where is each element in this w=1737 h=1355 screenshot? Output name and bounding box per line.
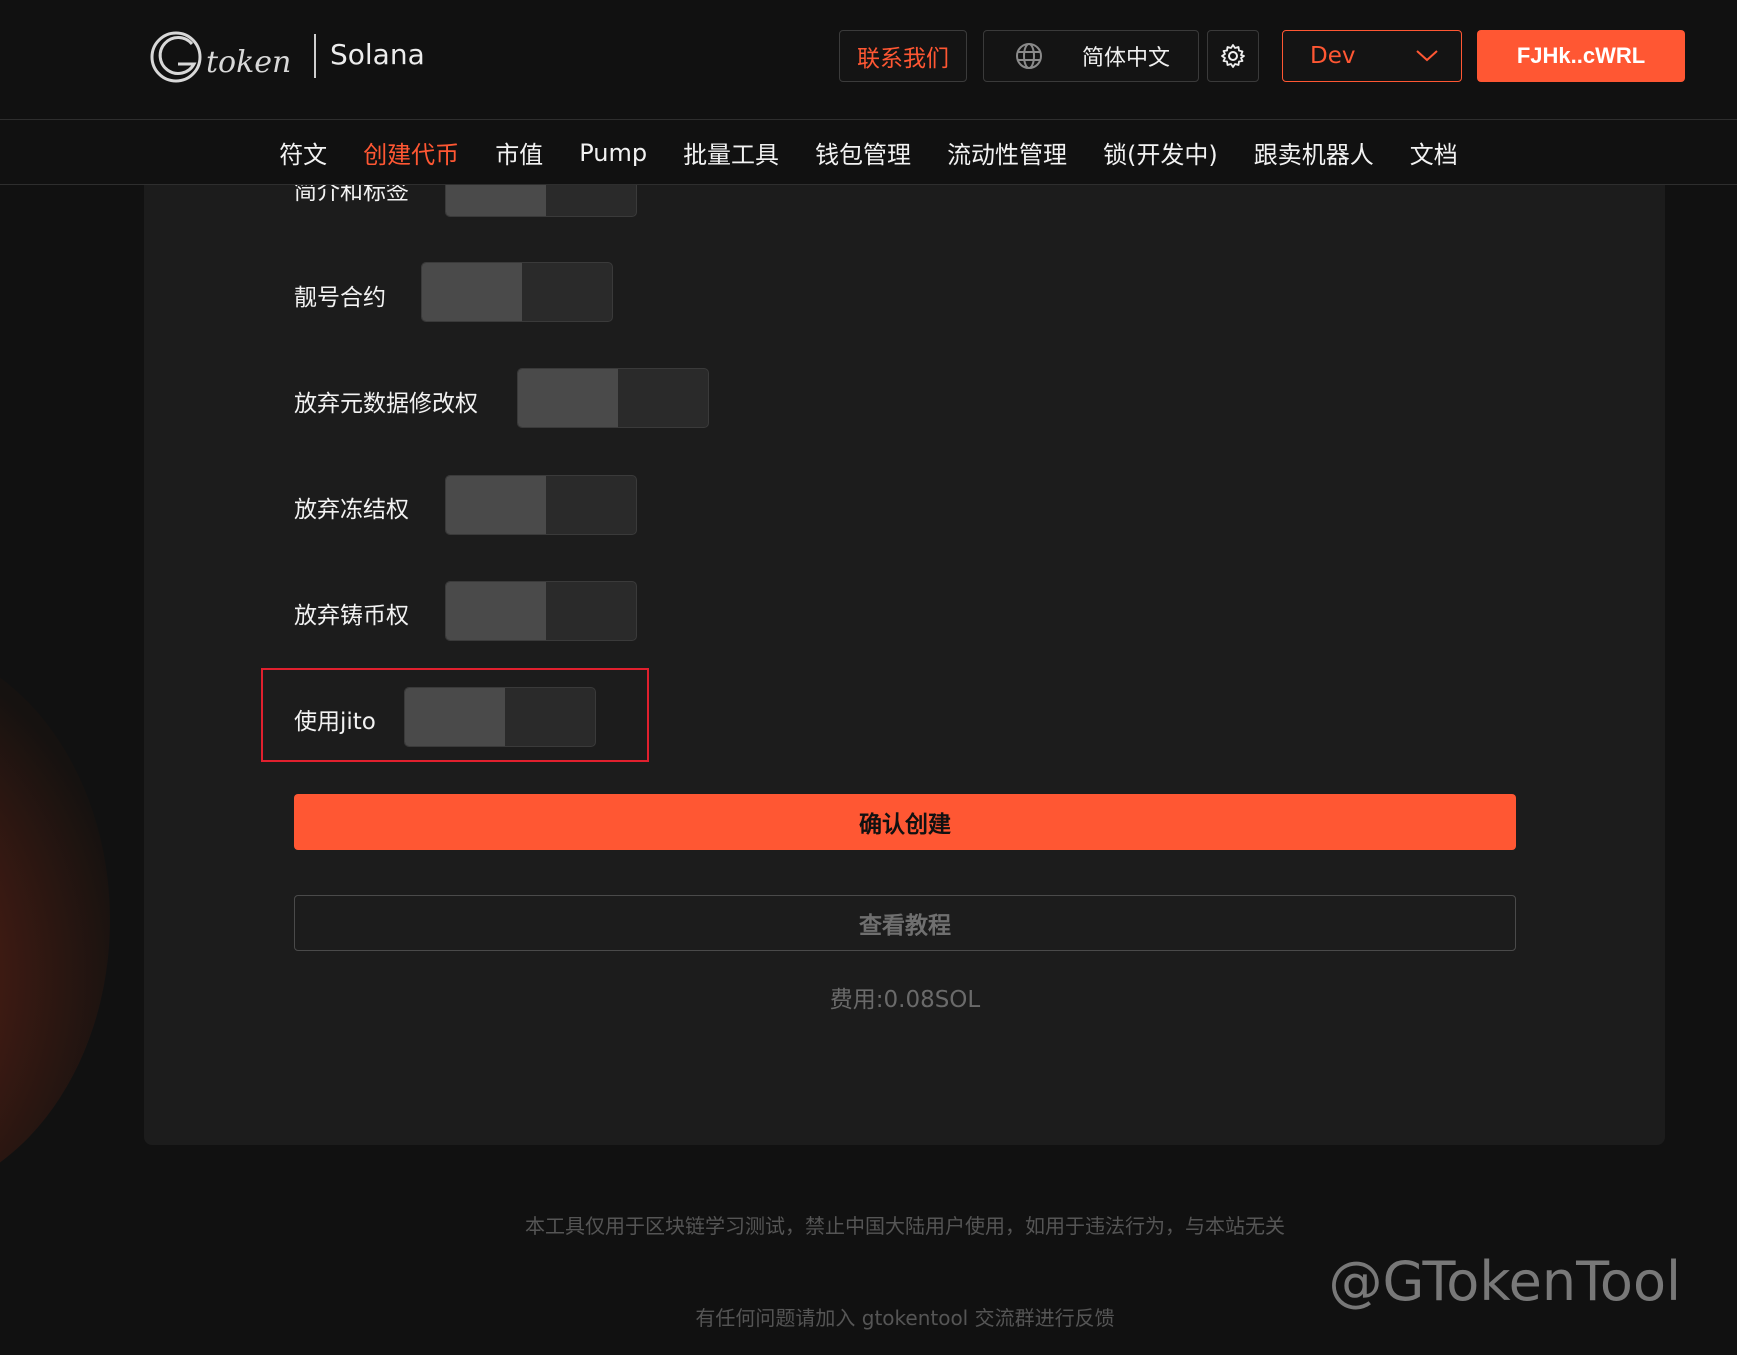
nav-item-runes[interactable]: 符文 — [261, 135, 345, 170]
logo-divider — [314, 34, 316, 78]
contact-us-button[interactable]: 联系我们 — [839, 30, 967, 82]
nav-item-docs[interactable]: 文档 — [1392, 135, 1476, 170]
toggle-vanity-address[interactable] — [421, 262, 613, 322]
view-tutorial-button[interactable]: 查看教程 — [294, 895, 1516, 951]
toggle-label-vanity-address: 靓号合约 — [294, 285, 386, 311]
chain-name: Solana — [330, 38, 425, 71]
wallet-address-button[interactable]: FJHk..cWRL — [1477, 30, 1685, 82]
network-label: Dev — [1310, 43, 1356, 69]
nav-item-batch-tools[interactable]: 批量工具 — [665, 135, 797, 170]
globe-icon — [1016, 43, 1042, 69]
nav-item-market-cap[interactable]: 市值 — [477, 135, 561, 170]
toggle-knob — [446, 582, 546, 640]
fee-text: 费用:0.08SOL — [829, 987, 981, 1013]
nav-item-sell-bot[interactable]: 跟卖机器人 — [1236, 135, 1392, 170]
toggle-label-revoke-metadata: 放弃元数据修改权 — [294, 391, 478, 417]
confirm-create-button[interactable]: 确认创建 — [294, 794, 1516, 850]
nav-item-create-token[interactable]: 创建代币 — [345, 135, 477, 170]
nav-item-liquidity[interactable]: 流动性管理 — [929, 135, 1085, 170]
language-label: 简体中文 — [1082, 46, 1171, 71]
network-select[interactable]: Dev — [1282, 30, 1462, 82]
toggle-revoke-freeze[interactable] — [445, 475, 637, 535]
main-nav: 符文 创建代币 市值 Pump 批量工具 钱包管理 流动性管理 锁(开发中) 跟… — [0, 121, 1737, 185]
language-selector[interactable]: 简体中文 — [983, 30, 1199, 82]
decorative-glow — [0, 640, 110, 1200]
toggle-revoke-mint[interactable] — [445, 581, 637, 641]
toggle-knob — [422, 263, 522, 321]
gear-icon — [1221, 44, 1245, 68]
nav-item-pump[interactable]: Pump — [561, 139, 665, 167]
settings-button[interactable] — [1207, 30, 1259, 82]
page: token Solana 联系我们 简体中文 Dev FJHk..cWRL 符文… — [0, 0, 1737, 1355]
top-header: token Solana 联系我们 简体中文 Dev FJHk..cWRL — [0, 0, 1737, 120]
nav-item-wallet-management[interactable]: 钱包管理 — [797, 135, 929, 170]
nav-item-lock[interactable]: 锁(开发中) — [1085, 135, 1236, 170]
toggle-knob — [446, 476, 546, 534]
watermark-text: @GTokenTool — [1328, 1250, 1681, 1313]
toggle-knob — [518, 369, 618, 427]
footer-disclaimer: 本工具仅用于区块链学习测试，禁止中国大陆用户使用，如用于违法行为，与本站无关 — [525, 1214, 1285, 1238]
toggle-label-revoke-freeze: 放弃冻结权 — [294, 497, 409, 523]
chevron-down-icon — [1416, 50, 1438, 62]
toggle-revoke-metadata[interactable] — [517, 368, 709, 428]
toggle-label-revoke-mint: 放弃铸币权 — [294, 603, 409, 629]
highlight-box — [261, 668, 649, 762]
gtoken-logo[interactable]: token — [148, 28, 298, 86]
svg-text:token: token — [206, 45, 291, 80]
